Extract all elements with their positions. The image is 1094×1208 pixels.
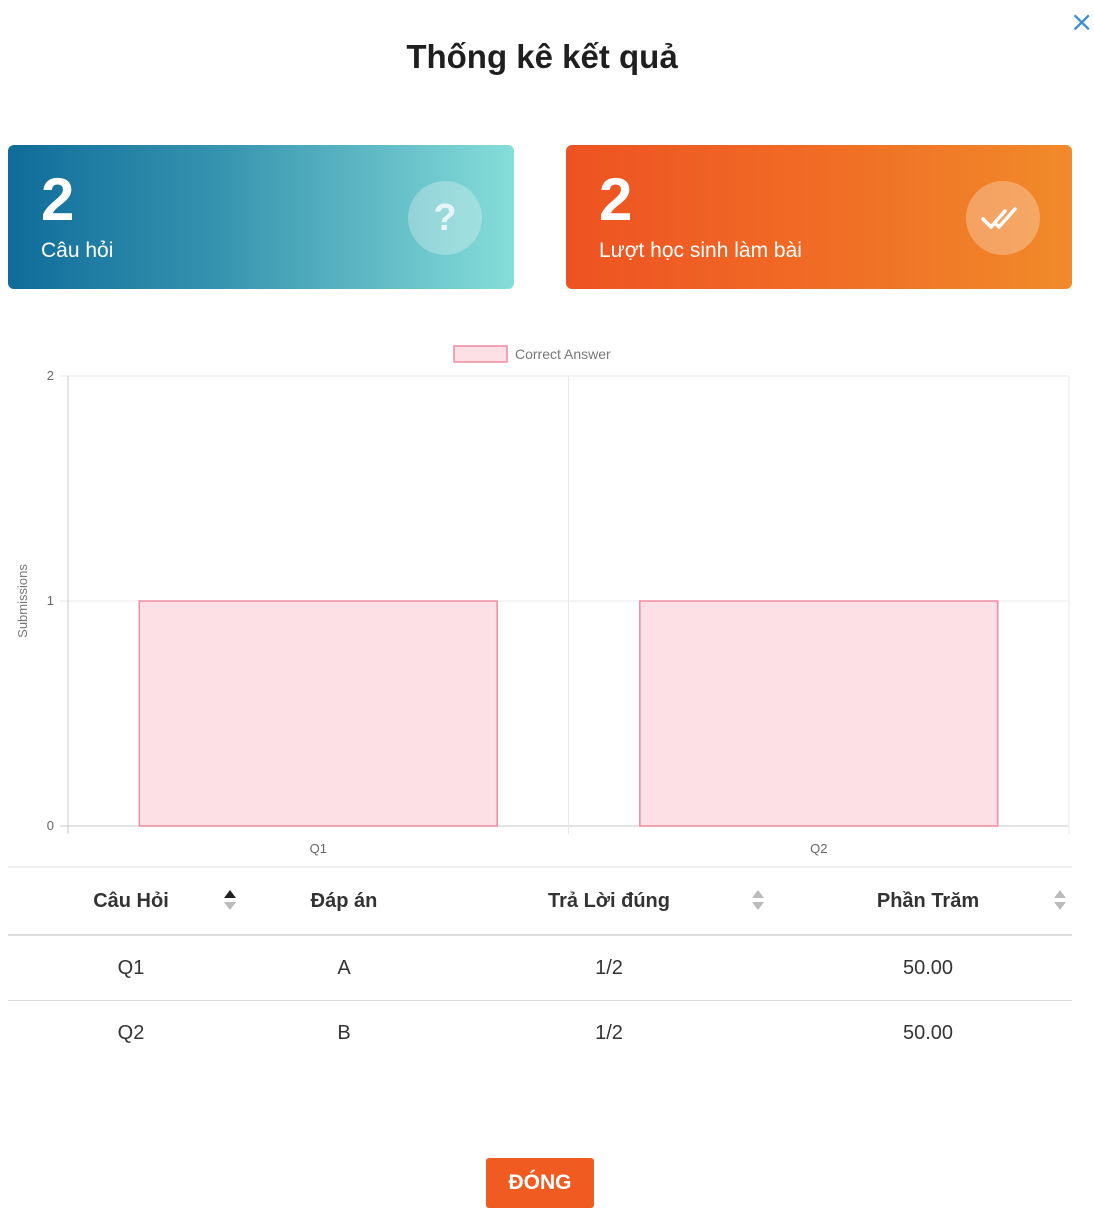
table-row: Q1 A 1/2 50.00 xyxy=(8,935,1072,1001)
x-tick-label: Q1 xyxy=(310,841,327,856)
bar-q1 xyxy=(138,600,498,827)
legend-label: Correct Answer xyxy=(515,346,611,362)
double-check-icon xyxy=(966,181,1040,255)
cell-question: Q1 xyxy=(8,935,254,1001)
questions-label: Câu hỏi xyxy=(41,239,114,262)
column-header-question[interactable]: Câu Hỏi xyxy=(8,866,254,936)
submissions-count: 2 xyxy=(599,166,633,233)
submissions-label: Lượt học sinh làm bài xyxy=(599,239,802,262)
submissions-stat-card: 2 Lượt học sinh làm bài xyxy=(566,145,1072,289)
x-tick-label: Q2 xyxy=(810,841,827,856)
close-icon[interactable]: × xyxy=(1070,8,1093,36)
column-header-percent[interactable]: Phần Trăm xyxy=(784,866,1072,936)
y-tick-label: 1 xyxy=(47,593,54,608)
cell-correct: 1/2 xyxy=(595,1021,623,1044)
column-header-answer: Đáp án xyxy=(254,866,434,936)
table-header-row: Câu Hỏi Đáp án Trả Lời đúng Phần Trăm xyxy=(8,866,1072,936)
y-tick-label: 0 xyxy=(47,818,54,833)
results-table: Câu Hỏi Đáp án Trả Lời đúng Phần Trăm Q1… xyxy=(8,866,1072,1065)
table-row: Q2 B 1/2 50.00 xyxy=(8,1001,1072,1066)
submissions-bar-chart: 0 1 2 Q1 Q2 Submissions Correct Answer xyxy=(15,345,1070,856)
y-tick-label: 2 xyxy=(47,368,54,383)
bar-q2 xyxy=(639,600,999,827)
cell-question: Q2 xyxy=(117,1021,145,1044)
modal-title: Thống kê kết quả xyxy=(406,38,678,75)
close-button[interactable]: ĐÓNG xyxy=(486,1158,594,1208)
questions-stat-card: 2 Câu hỏi ? xyxy=(8,145,514,289)
cell-correct: 1/2 xyxy=(434,935,784,1001)
cell-answer: B xyxy=(337,1021,351,1044)
cell-percent: 50.00 xyxy=(902,1021,954,1044)
questions-count: 2 xyxy=(41,166,75,233)
cell-percent: 50.00 xyxy=(784,935,1072,1001)
sort-icon[interactable] xyxy=(752,890,764,912)
column-header-correct[interactable]: Trả Lời đúng xyxy=(434,866,784,936)
sort-icon[interactable] xyxy=(1054,890,1066,912)
sort-icon[interactable] xyxy=(224,890,236,912)
y-axis-label: Submissions xyxy=(15,564,30,638)
legend-swatch xyxy=(453,345,508,363)
cell-answer: A xyxy=(254,935,434,1001)
question-icon: ? xyxy=(408,181,482,255)
